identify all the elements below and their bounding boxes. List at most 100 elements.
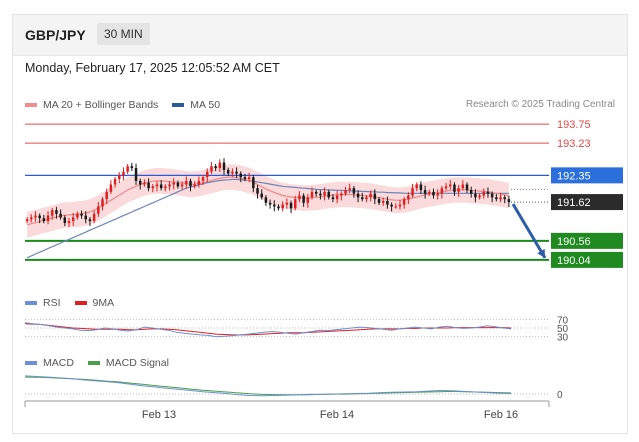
candle-body — [348, 188, 351, 190]
candle-body — [138, 180, 142, 185]
candle-body — [432, 191, 435, 196]
candle-body — [373, 193, 377, 200]
candle-body — [256, 188, 259, 194]
candle-body — [239, 173, 243, 178]
candle-body — [126, 166, 129, 172]
candle-body — [352, 188, 356, 194]
candle-body — [486, 191, 490, 194]
candle-body — [222, 162, 226, 170]
candle-body — [210, 166, 213, 172]
candle-body — [109, 184, 113, 192]
candle-body — [88, 219, 92, 222]
candle-body — [118, 175, 121, 180]
candle-body — [381, 200, 385, 203]
candle-body — [101, 199, 104, 207]
candle-body — [503, 197, 506, 200]
candle-body — [402, 199, 406, 205]
candle-body — [419, 184, 423, 190]
pivot-label: 192.35 — [557, 170, 591, 182]
candle-body — [268, 202, 272, 205]
candle-body — [92, 213, 96, 222]
candle-body — [490, 193, 494, 198]
chart-canvas: 193.75193.23192.35191.62190.56190.047050… — [24, 119, 623, 421]
candle-body — [84, 215, 88, 220]
rsi-tick-label: 30 — [557, 333, 569, 344]
candle-body — [226, 169, 230, 174]
candle-body — [42, 218, 46, 222]
candle-body — [495, 197, 498, 200]
candle-body — [386, 200, 389, 205]
candle-body — [461, 184, 465, 189]
candle-body — [151, 186, 155, 189]
candle-body — [38, 215, 41, 219]
candle-body — [247, 177, 251, 180]
candle-body — [97, 206, 100, 214]
candle-body — [390, 204, 393, 207]
candle-body — [155, 184, 159, 187]
resistance-label: 193.75 — [557, 119, 591, 131]
candle-body — [201, 177, 205, 181]
candle-body — [281, 204, 284, 209]
macd-line — [24, 375, 512, 397]
support-label: 190.04 — [557, 255, 591, 267]
candle-body — [134, 168, 138, 181]
candle-body — [50, 210, 54, 216]
macd-tick-label: 0 — [557, 390, 563, 401]
candle-body — [436, 193, 439, 196]
candle-body — [306, 197, 310, 203]
candle-body — [465, 184, 469, 190]
candle-body — [143, 182, 146, 185]
last-price-label: 191.62 — [557, 197, 591, 209]
candle-body — [289, 202, 293, 209]
candle-body — [80, 213, 83, 216]
candle-body — [63, 217, 67, 223]
candle-body — [122, 171, 125, 176]
candle-body — [340, 193, 343, 196]
candle-body — [448, 184, 452, 187]
candle-body — [398, 204, 402, 207]
candle-body — [180, 184, 184, 187]
x-tick-label: Feb 16 — [484, 409, 518, 421]
candle-body — [218, 162, 222, 169]
candle-body — [67, 221, 71, 223]
candle-body — [440, 188, 444, 194]
candle-body — [185, 180, 188, 185]
candle-body — [344, 190, 347, 194]
support-label: 190.56 — [557, 236, 591, 248]
candle-body — [298, 195, 301, 200]
candle-body — [482, 191, 486, 196]
forecast-arrow-shaft — [511, 203, 547, 259]
chart-card: GBP/JPY 30 MIN Monday, February 17, 2025… — [12, 14, 628, 434]
candle-body — [34, 215, 37, 218]
candle-body — [235, 171, 238, 174]
candle-body — [25, 219, 29, 222]
candle-body — [252, 177, 255, 189]
candle-body — [310, 191, 314, 198]
candle-body — [356, 193, 360, 198]
candle-body — [30, 217, 33, 220]
candle-body — [415, 184, 418, 189]
candle-body — [323, 191, 326, 196]
candle-body — [444, 186, 448, 189]
candle-body — [46, 215, 50, 222]
candle-body — [130, 166, 134, 169]
candle-body — [302, 195, 305, 203]
rsi-line — [24, 322, 512, 338]
candle-body — [273, 204, 276, 207]
candle-body — [59, 213, 62, 218]
candle-body — [369, 193, 372, 198]
candle-body — [335, 195, 339, 200]
candle-body — [264, 197, 268, 203]
candle-body — [189, 180, 192, 187]
candle-body — [365, 197, 368, 200]
candle-body — [331, 197, 335, 200]
candle-body — [394, 206, 398, 208]
candle-body — [172, 182, 175, 185]
candle-body — [277, 206, 280, 209]
candle-body — [285, 202, 289, 205]
candle-body — [314, 191, 318, 194]
candle-body — [478, 195, 481, 198]
candle-body — [361, 197, 364, 200]
candle-body — [499, 197, 502, 200]
macd-signal-line — [24, 376, 512, 396]
